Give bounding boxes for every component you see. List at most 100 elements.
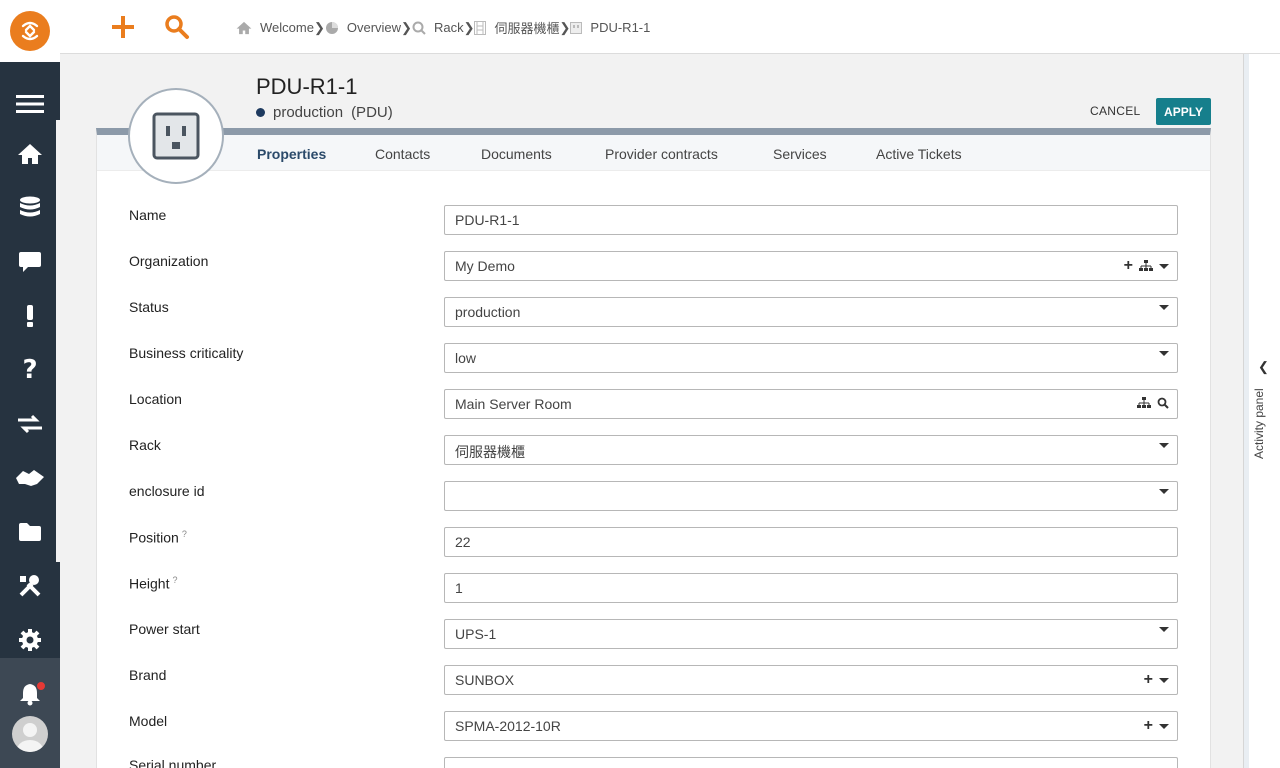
settings-icon[interactable] xyxy=(0,618,60,662)
label-brand: Brand xyxy=(129,667,167,683)
tab-documents[interactable]: Documents xyxy=(481,146,552,162)
top-bar: Welcome ❯ Overview ❯ Rack ❯ 伺服器機櫃 ❯ PDU-… xyxy=(60,0,1280,54)
breadcrumb-item-rack[interactable]: Rack xyxy=(412,20,464,35)
breadcrumb-label: Rack xyxy=(433,20,464,35)
organization-select[interactable]: My Demo + xyxy=(444,251,1178,281)
add-icon[interactable]: + xyxy=(1144,672,1153,688)
breadcrumb-label: Overview xyxy=(346,20,402,35)
status-text: production xyxy=(273,104,344,121)
help-hint-icon[interactable]: ? xyxy=(182,529,187,539)
chevron-down-icon[interactable] xyxy=(1159,443,1169,448)
label-serial-number: Serial number xyxy=(129,757,217,768)
class-text: (PDU) xyxy=(351,104,393,121)
chevron-right-icon: ❯ xyxy=(559,19,571,35)
object-status: production (PDU) xyxy=(256,104,393,121)
location-field[interactable]: Main Server Room xyxy=(444,389,1178,419)
tab-properties[interactable]: Properties xyxy=(257,146,326,162)
location-value: Main Server Room xyxy=(455,396,572,412)
search-icon xyxy=(412,21,426,35)
label-rack: Rack xyxy=(129,437,161,453)
tab-provider-contracts[interactable]: Provider contracts xyxy=(605,146,718,162)
pdu-icon xyxy=(570,21,583,34)
home-icon[interactable] xyxy=(0,132,60,176)
hierarchy-icon[interactable] xyxy=(1137,397,1151,409)
search-icon[interactable] xyxy=(1157,397,1169,409)
label-name: Name xyxy=(129,207,167,223)
breadcrumb-label: 伺服器機櫃 xyxy=(494,21,560,36)
activity-panel-label: Activity panel xyxy=(1252,388,1266,460)
model-select[interactable]: SPMA-2012-10R + xyxy=(444,711,1178,741)
serial-number-field[interactable] xyxy=(444,757,1178,768)
label-enclosure-id: enclosure id xyxy=(129,483,205,499)
label-location: Location xyxy=(129,391,182,407)
chevron-down-icon[interactable] xyxy=(1159,677,1169,683)
label-status: Status xyxy=(129,299,169,315)
pie-chart-icon xyxy=(325,21,338,34)
tab-contacts[interactable]: Contacts xyxy=(375,146,430,162)
brand-select[interactable]: SUNBOX + xyxy=(444,665,1178,695)
chevron-down-icon[interactable] xyxy=(1159,305,1169,310)
tab-services[interactable]: Services xyxy=(773,146,827,162)
tab-bar: Properties Contacts Documents Provider c… xyxy=(97,135,1210,171)
activity-panel[interactable]: ❮ Activity panel xyxy=(1243,54,1280,768)
add-icon[interactable]: + xyxy=(1124,258,1133,274)
menu-toggle-icon[interactable] xyxy=(0,82,60,126)
notification-badge xyxy=(36,681,46,691)
chevron-down-icon[interactable] xyxy=(1159,723,1169,729)
breadcrumb-label: Welcome xyxy=(260,20,314,35)
help-hint-icon[interactable]: ? xyxy=(172,575,177,585)
name-field[interactable] xyxy=(444,205,1178,235)
add-icon[interactable]: + xyxy=(1144,718,1153,734)
label-business-criticality: Business criticality xyxy=(129,345,244,361)
breadcrumb-item-rack-object[interactable]: 伺服器機櫃 xyxy=(474,18,560,37)
rack-select[interactable]: 伺服器機櫃 xyxy=(444,435,1178,465)
tools-icon[interactable] xyxy=(0,564,60,608)
user-avatar[interactable] xyxy=(12,716,48,752)
hierarchy-icon[interactable] xyxy=(1139,260,1153,272)
chat-icon[interactable] xyxy=(0,240,60,284)
model-value: SPMA-2012-10R xyxy=(455,718,561,734)
handshake-icon[interactable] xyxy=(0,456,60,500)
chevron-right-icon: ❯ xyxy=(463,19,475,35)
rack-icon xyxy=(474,20,487,35)
chevron-left-icon[interactable]: ❮ xyxy=(1258,359,1269,375)
chevron-down-icon[interactable] xyxy=(1159,489,1169,494)
app-logo[interactable] xyxy=(10,11,50,51)
breadcrumb-item-overview[interactable]: Overview xyxy=(325,20,401,35)
chevron-right-icon: ❯ xyxy=(313,19,325,35)
label-position: Position? xyxy=(129,529,187,546)
enclosure-id-select[interactable] xyxy=(444,481,1178,511)
tab-active-tickets[interactable]: Active Tickets xyxy=(876,146,962,162)
alert-icon[interactable] xyxy=(0,294,60,338)
chevron-down-icon[interactable] xyxy=(1159,627,1169,632)
logo-area xyxy=(0,0,60,62)
apply-button[interactable]: APPLY xyxy=(1156,98,1211,125)
power-start-select[interactable]: UPS-1 xyxy=(444,619,1178,649)
sidebar: ? xyxy=(0,0,60,768)
home-icon xyxy=(236,21,252,34)
folder-icon[interactable] xyxy=(0,510,60,554)
pdu-object-icon xyxy=(128,88,224,184)
label-organization: Organization xyxy=(129,253,209,269)
breadcrumb: Welcome ❯ Overview ❯ Rack ❯ 伺服器機櫃 ❯ PDU-… xyxy=(236,18,650,37)
transfer-icon[interactable] xyxy=(0,402,60,446)
rack-value: 伺服器機櫃 xyxy=(455,444,525,460)
power-start-value: UPS-1 xyxy=(455,626,497,642)
breadcrumb-item-welcome[interactable]: Welcome xyxy=(236,20,314,35)
position-field[interactable] xyxy=(444,527,1178,557)
label-power-start: Power start xyxy=(129,621,200,637)
cancel-button[interactable]: CANCEL xyxy=(1090,100,1140,122)
height-field[interactable] xyxy=(444,573,1178,603)
database-icon[interactable] xyxy=(0,186,60,230)
global-search-icon[interactable] xyxy=(162,12,192,42)
help-icon[interactable]: ? xyxy=(0,348,60,392)
status-select[interactable]: production xyxy=(444,297,1178,327)
bell-icon[interactable] xyxy=(0,672,60,716)
brand-value: SUNBOX xyxy=(455,672,515,688)
new-icon[interactable] xyxy=(108,12,138,42)
chevron-down-icon[interactable] xyxy=(1159,351,1169,356)
status-value: production xyxy=(455,304,521,320)
business-criticality-select[interactable]: low xyxy=(444,343,1178,373)
chevron-down-icon[interactable] xyxy=(1159,263,1169,269)
chevron-right-icon: ❯ xyxy=(401,19,412,35)
